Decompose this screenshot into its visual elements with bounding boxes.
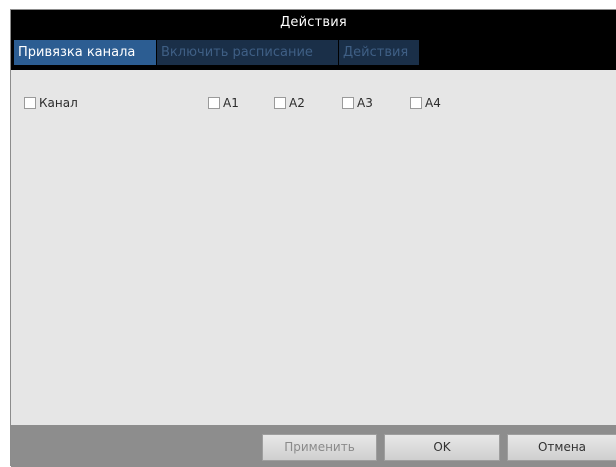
a1-checkbox-item[interactable]: A1 (208, 95, 239, 111)
a3-checkbox[interactable] (342, 97, 354, 109)
a2-checkbox[interactable] (274, 97, 286, 109)
dialog-title: Действия (11, 10, 616, 35)
tab-bar: Привязка канала Включить расписание Дейс… (11, 35, 616, 70)
a1-checkbox[interactable] (208, 97, 220, 109)
channel-binding-panel: Канал A1 A2 A3 A4 (11, 70, 616, 425)
dialog-footer: Применить OK Отмена (11, 425, 616, 467)
a2-checkbox-item[interactable]: A2 (274, 95, 305, 111)
actions-dialog: Действия Привязка канала Включить распис… (10, 9, 616, 467)
a4-checkbox-item[interactable]: A4 (410, 95, 441, 111)
a2-checkbox-label: A2 (289, 96, 305, 110)
tab-enable-schedule[interactable]: Включить расписание (157, 40, 338, 65)
a3-checkbox-item[interactable]: A3 (342, 95, 373, 111)
a4-checkbox[interactable] (410, 97, 422, 109)
a3-checkbox-label: A3 (357, 96, 373, 110)
a4-checkbox-label: A4 (425, 96, 441, 110)
tab-channel-binding[interactable]: Привязка канала (14, 40, 156, 65)
apply-button[interactable]: Применить (262, 434, 377, 461)
channel-checkbox-label: Канал (39, 96, 78, 110)
ok-button[interactable]: OK (384, 434, 500, 461)
channel-checkbox-item[interactable]: Канал (24, 95, 78, 111)
channel-checkbox[interactable] (24, 97, 36, 109)
cancel-button[interactable]: Отмена (507, 434, 616, 461)
a1-checkbox-label: A1 (223, 96, 239, 110)
tab-actions[interactable]: Действия (339, 40, 419, 65)
